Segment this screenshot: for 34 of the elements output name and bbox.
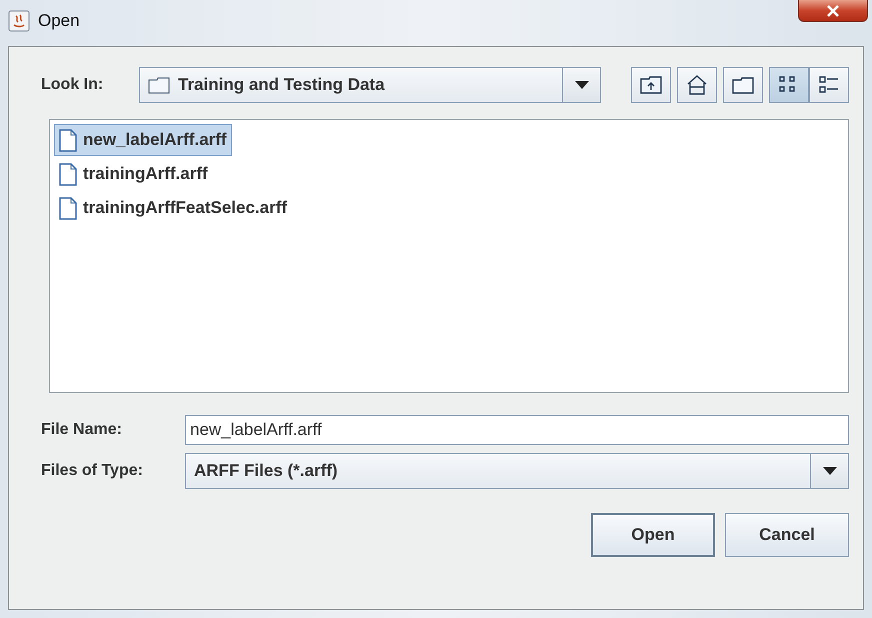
details-view-icon	[818, 75, 840, 95]
close-button[interactable]	[798, 0, 868, 22]
open-button[interactable]: Open	[591, 513, 715, 557]
file-item[interactable]: new_labelArff.arff	[54, 124, 232, 156]
toolbar-button[interactable]	[631, 67, 671, 103]
file-type-dropdown[interactable]: ARFF Files (*.arff)	[185, 453, 849, 489]
caret-icon	[574, 81, 588, 89]
caret-icon	[822, 467, 836, 475]
document-icon	[59, 196, 77, 220]
cancel-button[interactable]: Cancel	[725, 513, 849, 557]
folder-icon	[148, 76, 170, 94]
document-icon	[59, 128, 77, 152]
dropdown-arrow-button[interactable]	[810, 454, 848, 488]
toolbar-button[interactable]	[723, 67, 763, 103]
file-type-label: Files of Type:	[41, 462, 144, 480]
document-icon	[59, 162, 77, 186]
close-icon	[826, 4, 840, 16]
view-toggle-button[interactable]	[809, 67, 849, 103]
folder-icon	[732, 76, 754, 94]
file-name-field[interactable]: new_labelArff.arff	[185, 415, 849, 445]
home-icon	[686, 75, 708, 95]
dropdown-arrow-button[interactable]	[562, 68, 600, 102]
window-title: Open	[38, 10, 80, 32]
folder-up-icon	[640, 76, 662, 94]
look-in-dropdown[interactable]: Training and Testing Data	[139, 67, 601, 103]
app-icon	[8, 10, 30, 32]
file-type-value: ARFF Files (*.arff)	[194, 461, 338, 481]
file-name-label: File Name:	[41, 421, 123, 439]
view-toggle-button[interactable]	[769, 67, 809, 103]
look-in-label: Look In:	[41, 76, 104, 94]
file-item[interactable]: trainingArffFeatSelec.arff	[54, 192, 292, 224]
file-item[interactable]: trainingArff.arff	[54, 158, 213, 190]
folder-name: Training and Testing Data	[178, 75, 385, 95]
toolbar-button[interactable]	[677, 67, 717, 103]
